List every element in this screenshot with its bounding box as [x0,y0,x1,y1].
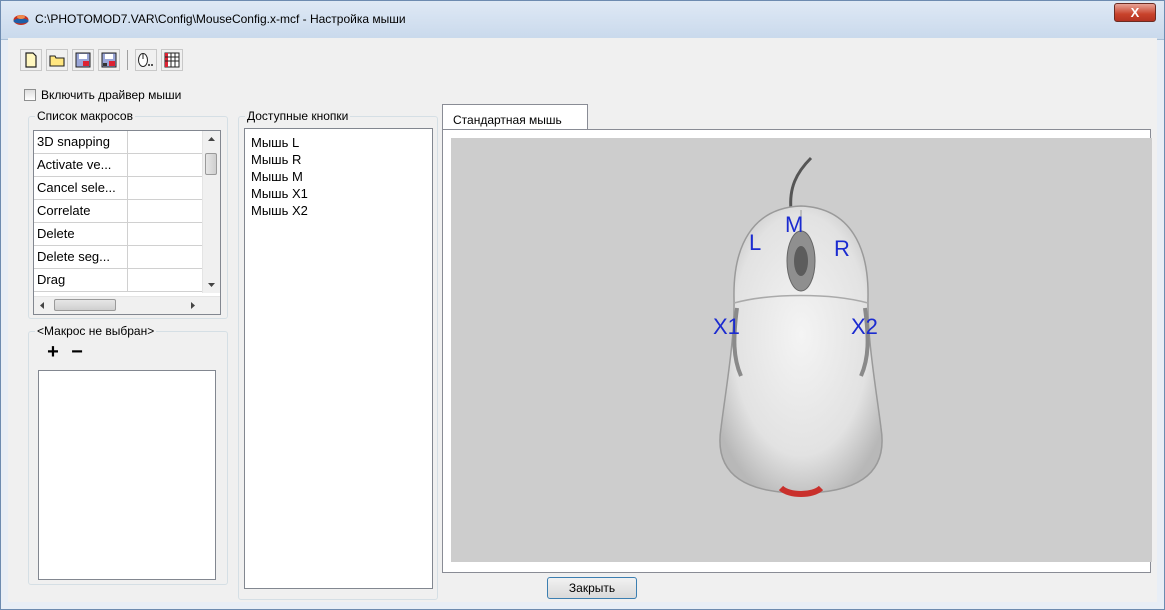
macro-list-vertical-scrollbar[interactable] [202,131,220,293]
macro-row[interactable]: Delete seg... [34,246,202,269]
macro-name: Drag [34,269,128,291]
macro-name: 3D snapping [34,131,128,153]
mouse-label-x1: X1 [713,314,740,339]
toolbar-separator [127,50,128,70]
table-icon [164,52,180,68]
macro-row[interactable]: Delete [34,223,202,246]
new-file-button[interactable] [20,49,42,71]
remove-step-button[interactable]: − [68,342,86,362]
save-as-icon [101,52,117,68]
save-as-button[interactable] [98,49,120,71]
list-item[interactable]: Мышь R [245,151,432,168]
scroll-thumb[interactable] [205,153,217,175]
mouse-settings-icon [138,53,153,67]
macro-row[interactable]: Cancel sele... [34,177,202,200]
mouse-diagram-area: L M R X1 X2 [451,138,1152,562]
macro-list-group-label: Список макросов [35,109,135,123]
title-bar[interactable]: C:\PHOTOMOD7.VAR\Config\MouseConfig.x-mc… [1,1,1164,40]
table-button[interactable] [161,49,183,71]
list-item[interactable]: Мышь X2 [245,202,432,219]
horizontal-scroll-thumb[interactable] [54,299,116,311]
list-item[interactable]: Мышь X1 [245,185,432,202]
scroll-left-icon[interactable] [34,297,51,314]
close-dialog-button[interactable]: Закрыть [547,577,637,599]
new-file-icon [25,52,37,68]
scroll-right-icon[interactable] [184,297,201,314]
available-buttons-group-label: Доступные кнопки [245,109,351,123]
available-buttons-list[interactable]: Мышь L Мышь R Мышь M Мышь X1 Мышь X2 [244,128,433,589]
open-folder-icon [49,55,65,67]
save-icon [75,52,91,68]
list-item[interactable]: Мышь L [245,134,432,151]
driver-checkbox-row[interactable]: Включить драйвер мыши [24,88,181,102]
macro-row[interactable]: Drag [34,269,202,292]
macro-name: Cancel sele... [34,177,128,199]
window-title: C:\PHOTOMOD7.VAR\Config\MouseConfig.x-mc… [35,12,406,26]
macro-list-horizontal-scrollbar[interactable] [34,296,220,314]
driver-checkbox-label: Включить драйвер мыши [41,88,182,102]
mouse-label-x2: X2 [851,314,878,339]
tab-standard-mouse[interactable]: Стандартная мышь [442,104,588,130]
macro-name: Delete [34,223,128,245]
macro-steps-list[interactable] [38,370,216,580]
scroll-up-icon[interactable] [203,131,220,148]
add-step-button[interactable]: + [44,342,62,362]
mouse-label-middle: M [785,212,804,237]
open-button[interactable] [46,49,68,71]
mouse-image [719,156,883,497]
save-button[interactable] [72,49,94,71]
macro-name: Activate ve... [34,154,128,176]
macro-editor-group-label: <Макрос не выбран> [35,324,157,338]
list-item[interactable]: Мышь M [245,168,432,185]
mouse-label-left: L [749,230,762,255]
macro-name: Correlate [34,200,128,222]
mouse-label-right: R [834,236,850,261]
macro-row[interactable]: Activate ve... [34,154,202,177]
app-icon [13,15,29,25]
macro-list-grid[interactable]: 3D snapping Activate ve... Cancel sele..… [33,130,221,315]
macro-row[interactable]: 3D snapping [34,131,202,154]
window-close-button[interactable]: X [1114,3,1156,22]
macro-name: Delete seg... [34,246,128,268]
driver-checkbox[interactable] [24,89,36,101]
macro-row[interactable]: Correlate [34,200,202,223]
toolbar [20,48,183,72]
scroll-down-icon[interactable] [203,276,220,293]
mouse-settings-button[interactable] [135,49,157,71]
